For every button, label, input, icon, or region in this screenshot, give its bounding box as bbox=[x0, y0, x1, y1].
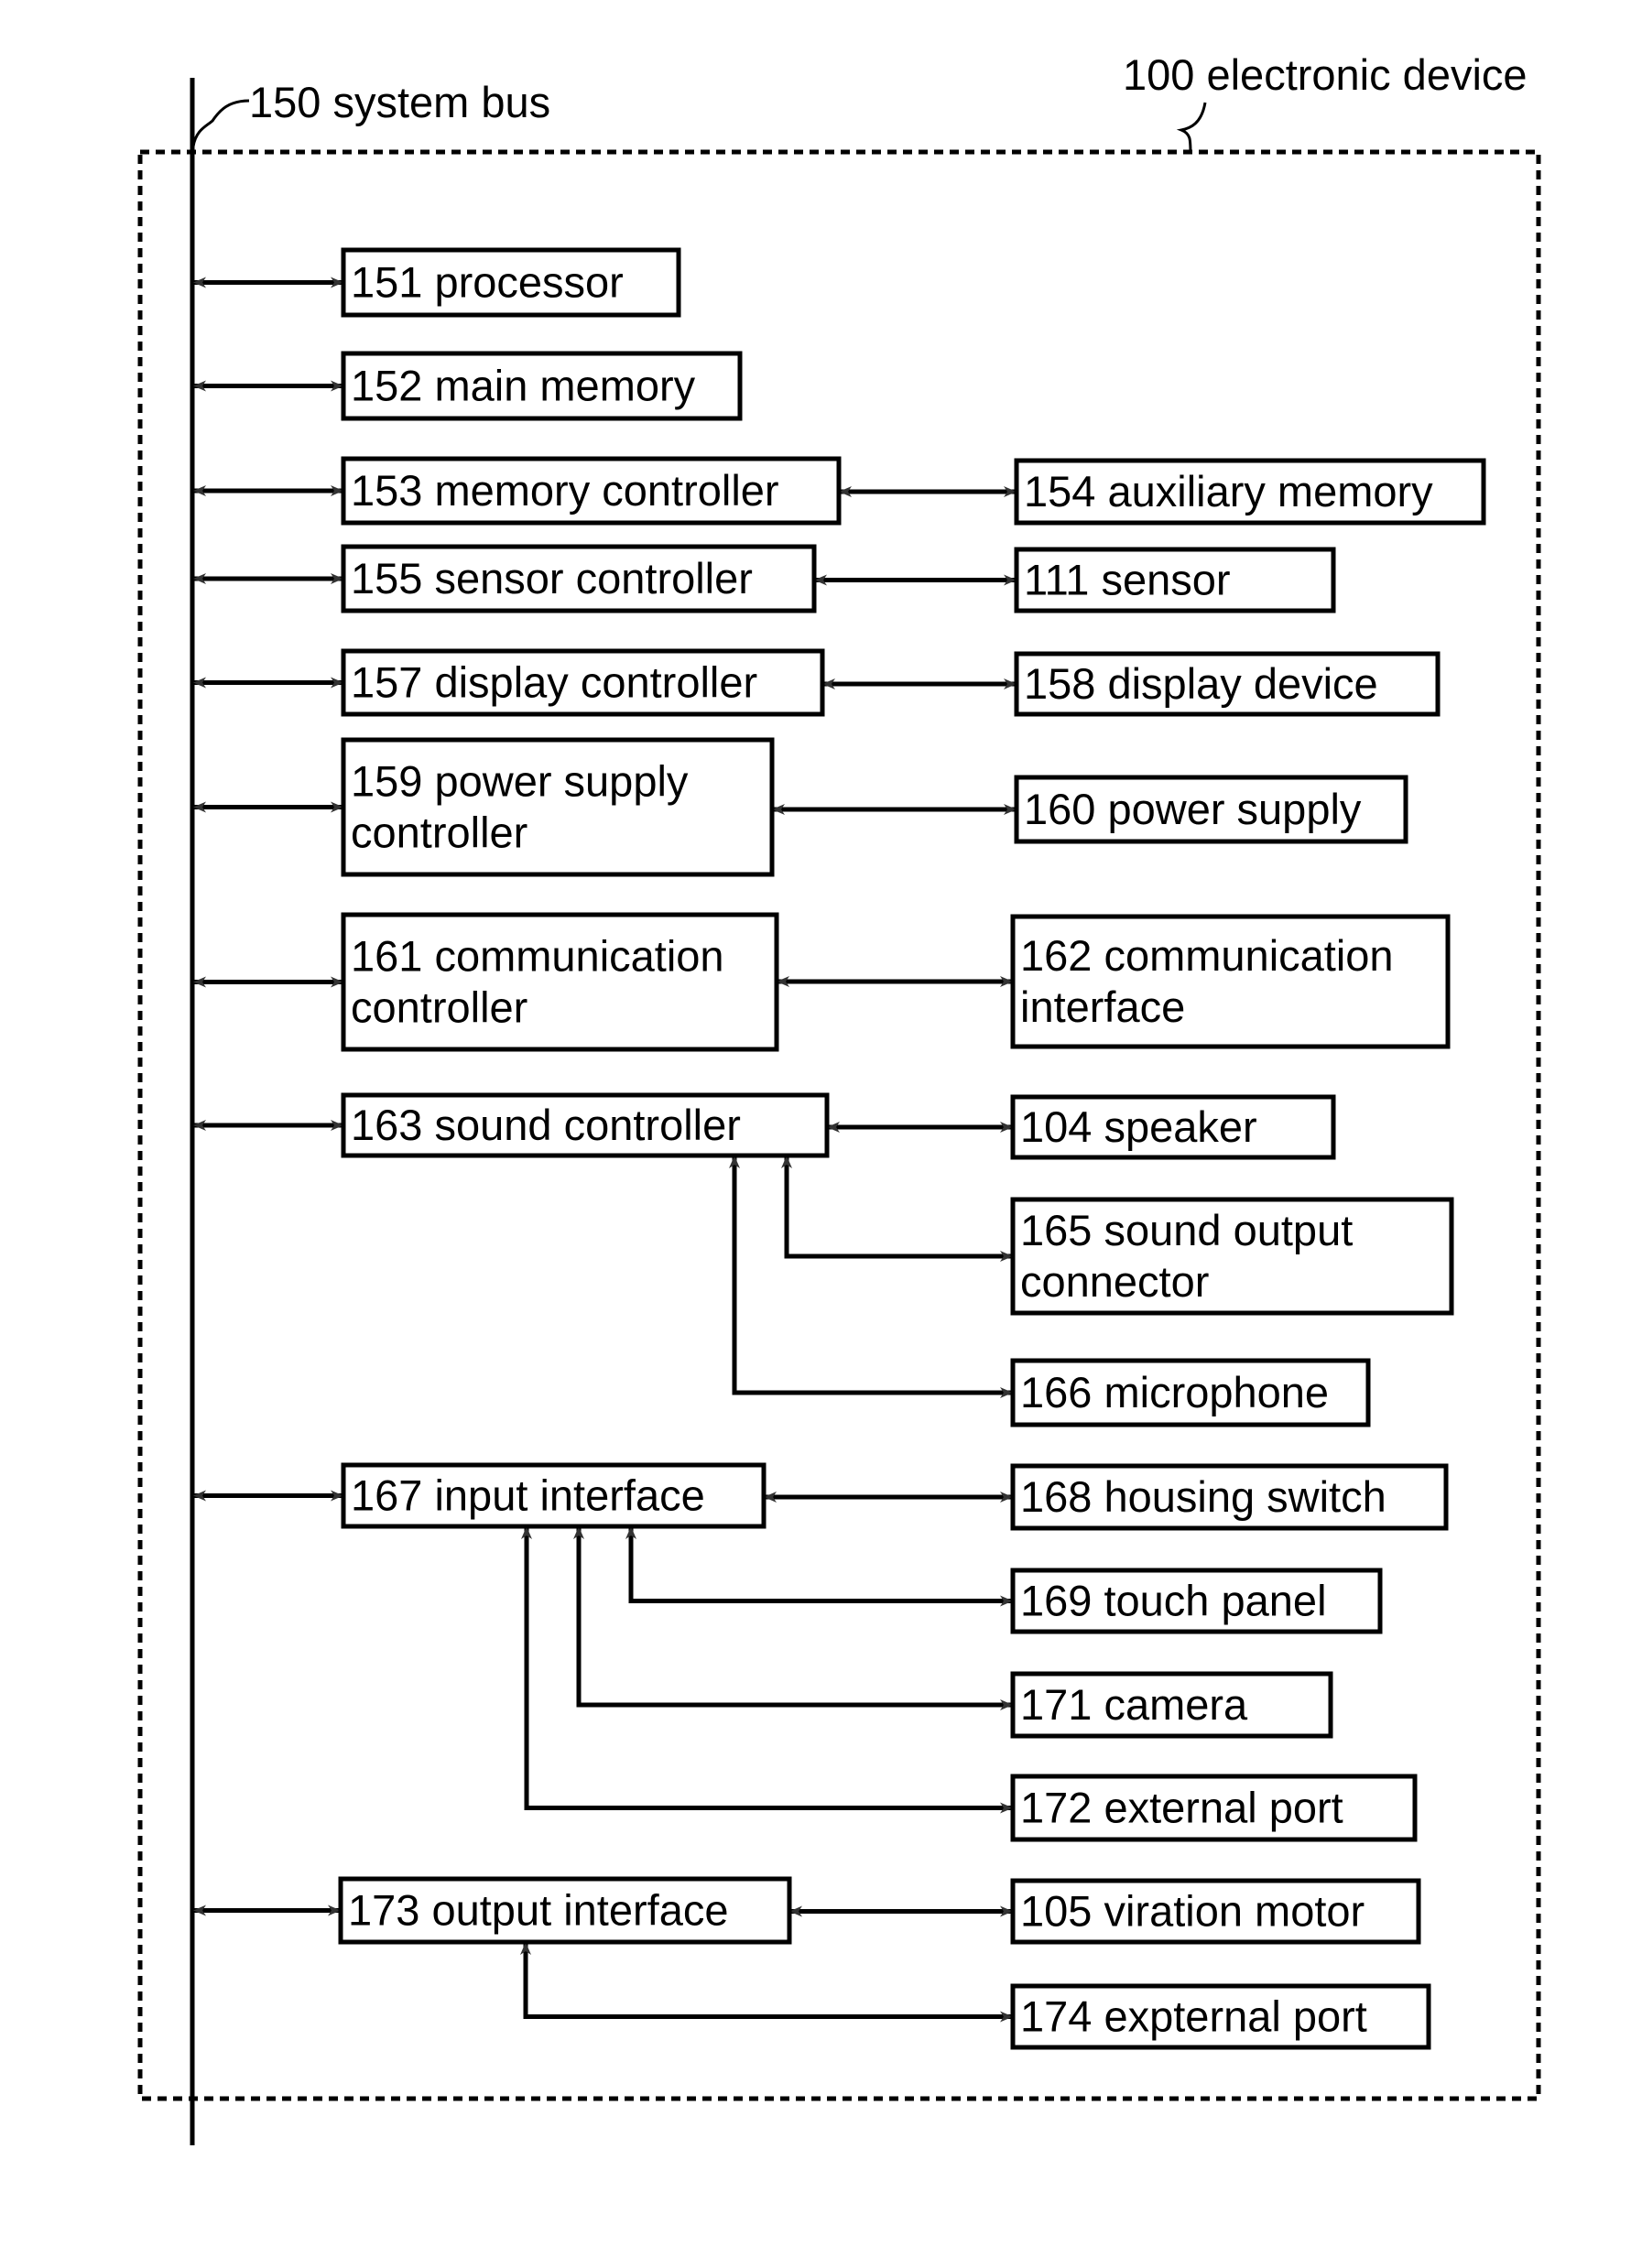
block-165: 165 sound outputconnector bbox=[1010, 1197, 1454, 1316]
block-label: 104 speaker bbox=[1020, 1102, 1257, 1151]
block-label: 162 communication bbox=[1020, 931, 1394, 980]
block-label: 159 power supply bbox=[351, 757, 689, 806]
block-154: 154 auxiliary memory bbox=[1014, 458, 1486, 526]
block-171: 171 camera bbox=[1010, 1671, 1333, 1739]
block-151: 151 processor bbox=[341, 247, 681, 318]
block-label: 111 sensor bbox=[1024, 556, 1231, 604]
block-161: 161 communicationcontroller bbox=[341, 912, 779, 1052]
block-label: 157 display controller bbox=[351, 658, 757, 707]
block-label: 152 main memory bbox=[351, 362, 696, 410]
block-label: controller bbox=[351, 808, 527, 857]
block-167: 167 input interface bbox=[341, 1462, 767, 1529]
block-169: 169 touch panel bbox=[1010, 1568, 1383, 1634]
block-label: interface bbox=[1020, 982, 1185, 1031]
block-label: 172 external port bbox=[1020, 1784, 1343, 1832]
block-diagram: 100 electronic device 150 system bus 151… bbox=[137, 50, 1541, 2145]
block-label: 151 processor bbox=[351, 258, 624, 307]
block-174: 174 expternal port bbox=[1010, 1983, 1431, 2050]
block-label: connector bbox=[1020, 1257, 1209, 1306]
block-173: 173 output interface bbox=[338, 1876, 792, 1945]
block-label: 154 auxiliary memory bbox=[1024, 467, 1433, 515]
connector-167-169 bbox=[625, 1526, 1013, 1607]
block-label: 155 sensor controller bbox=[351, 554, 753, 602]
connector-167-172 bbox=[521, 1526, 1013, 1814]
block-label: 161 communication bbox=[351, 932, 724, 981]
device-label-leader bbox=[1176, 102, 1207, 155]
connector-167-171 bbox=[573, 1526, 1013, 1710]
block-153: 153 memory controller bbox=[341, 456, 842, 526]
block-label: 167 input interface bbox=[351, 1471, 705, 1520]
blocks: 151 processor 152 main memory 153 memory c… bbox=[338, 247, 1486, 2050]
block-label: 171 camera bbox=[1020, 1680, 1248, 1729]
block-label: 174 expternal port bbox=[1020, 1992, 1367, 2041]
block-label: 105 viration motor bbox=[1020, 1887, 1365, 1936]
block-155: 155 sensor controller bbox=[341, 544, 817, 613]
block-111: 111 sensor bbox=[1014, 547, 1336, 613]
block-label: 163 sound controller bbox=[351, 1101, 741, 1149]
block-label: 158 display device bbox=[1024, 659, 1378, 708]
block-158: 158 display device bbox=[1014, 651, 1441, 717]
block-label: controller bbox=[351, 983, 527, 1032]
block-166: 166 microphone bbox=[1010, 1358, 1371, 1427]
device-label: 100 electronic device bbox=[1123, 50, 1528, 99]
connector-173-174 bbox=[520, 1942, 1013, 2023]
block-163: 163 sound controller bbox=[341, 1092, 830, 1158]
block-157: 157 display controller bbox=[341, 648, 825, 717]
block-label: 165 sound output bbox=[1020, 1206, 1353, 1254]
block-label: 160 power supply bbox=[1024, 785, 1362, 833]
block-label: 153 memory controller bbox=[351, 466, 779, 515]
connector-163-165 bbox=[781, 1156, 1013, 1262]
bus-label-leader bbox=[191, 99, 250, 147]
block-172: 172 external port bbox=[1010, 1774, 1418, 1842]
block-162: 162 communicationinterface bbox=[1010, 914, 1451, 1049]
block-label: 169 touch panel bbox=[1020, 1577, 1327, 1625]
block-104: 104 speaker bbox=[1010, 1094, 1336, 1160]
block-label: 173 output interface bbox=[348, 1886, 728, 1935]
block-105: 105 viration motor bbox=[1010, 1878, 1421, 1945]
connector-163-166 bbox=[729, 1156, 1013, 1398]
block-label: 168 housing switch bbox=[1020, 1472, 1386, 1521]
block-152: 152 main memory bbox=[341, 351, 743, 421]
block-168: 168 housing switch bbox=[1010, 1463, 1449, 1531]
block-159: 159 power supplycontroller bbox=[341, 737, 775, 877]
block-label: 166 microphone bbox=[1020, 1368, 1329, 1416]
block-160: 160 power supply bbox=[1014, 775, 1408, 844]
bus-label: 150 system bus bbox=[249, 78, 550, 126]
